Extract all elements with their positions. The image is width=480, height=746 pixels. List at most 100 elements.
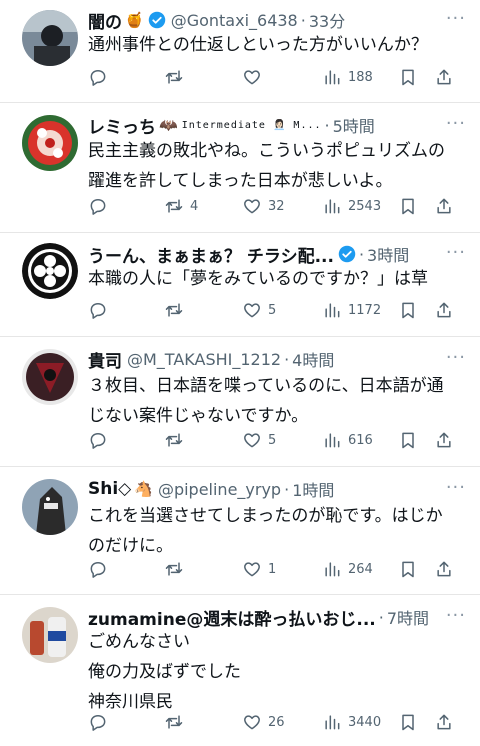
more-icon[interactable]: ··· bbox=[446, 242, 466, 263]
reply-button[interactable] bbox=[88, 191, 114, 221]
more-icon[interactable]: ··· bbox=[446, 8, 466, 29]
like-button[interactable] bbox=[242, 62, 268, 92]
like-count: 5 bbox=[268, 432, 277, 448]
timestamp[interactable]: 5時間 bbox=[333, 113, 375, 137]
share-button[interactable] bbox=[434, 425, 454, 455]
separator-dot: · bbox=[324, 115, 330, 135]
retweet-icon bbox=[165, 303, 183, 317]
view-count: 3440 bbox=[348, 714, 382, 730]
avatar[interactable] bbox=[22, 115, 78, 171]
share-button[interactable] bbox=[434, 191, 454, 221]
more-icon[interactable]: ··· bbox=[446, 113, 466, 134]
bookmark-icon bbox=[402, 302, 414, 319]
display-name[interactable]: zumamine@週末は酔っ払いおじ... bbox=[88, 605, 376, 630]
retweet-button[interactable] bbox=[164, 62, 190, 92]
bookmark-button[interactable] bbox=[398, 191, 418, 221]
timestamp[interactable]: 33分 bbox=[309, 8, 345, 32]
reply-button[interactable] bbox=[88, 554, 114, 584]
share-button[interactable] bbox=[434, 295, 454, 325]
display-name[interactable]: 闇の bbox=[88, 8, 122, 33]
heart-icon bbox=[244, 562, 260, 577]
more-icon[interactable]: ··· bbox=[446, 477, 466, 498]
reply-icon bbox=[90, 303, 106, 319]
tweet[interactable]: Shi◇ 🐴 @pipeline_yryp · 1時間 ··· これを当選させて… bbox=[0, 467, 480, 595]
like-count: 32 bbox=[268, 198, 285, 214]
user-handle[interactable]: @pipeline_yryp bbox=[158, 480, 281, 499]
display-name[interactable]: Shi◇ bbox=[88, 479, 131, 499]
retweet-button[interactable] bbox=[164, 295, 190, 325]
like-count: 26 bbox=[268, 714, 285, 730]
retweet-button[interactable]: 4 bbox=[164, 191, 198, 221]
views-icon bbox=[325, 433, 340, 448]
more-icon[interactable]: ··· bbox=[446, 605, 466, 626]
timestamp[interactable]: 1時間 bbox=[292, 477, 334, 501]
reply-icon bbox=[90, 70, 106, 86]
name-emoji: 🐴 bbox=[134, 480, 153, 498]
reply-button[interactable] bbox=[88, 295, 114, 325]
share-button[interactable] bbox=[434, 62, 454, 92]
tweet[interactable]: 貴司 @M_TAKASHI_1212 · 4時間 ··· ３枚目、日本語を喋って… bbox=[0, 337, 480, 467]
tweet-text-line: 民主主義の敗北やね。こういうポピュリズムの bbox=[88, 141, 445, 161]
bookmark-icon bbox=[402, 198, 414, 215]
timestamp[interactable]: 3時間 bbox=[367, 242, 409, 266]
bookmark-button[interactable] bbox=[398, 295, 418, 325]
action-bar: 188 bbox=[78, 62, 458, 92]
display-name[interactable]: うーん、まぁまぁ？ チラシ配... bbox=[88, 242, 334, 267]
like-button[interactable]: 1 bbox=[242, 554, 276, 584]
views-icon bbox=[325, 303, 340, 318]
reply-button[interactable] bbox=[88, 62, 114, 92]
views-button[interactable]: 264 bbox=[322, 554, 373, 584]
action-bar: 26 3440 bbox=[78, 707, 458, 737]
retweet-button[interactable] bbox=[164, 554, 190, 584]
action-bar: 1 264 bbox=[78, 554, 458, 584]
bookmark-button[interactable] bbox=[398, 707, 418, 737]
retweet-icon bbox=[165, 562, 183, 576]
like-button[interactable]: 26 bbox=[242, 707, 285, 737]
heart-icon bbox=[244, 715, 260, 730]
views-button[interactable]: 2543 bbox=[322, 191, 381, 221]
display-name[interactable]: レミっち bbox=[88, 113, 156, 138]
reply-icon bbox=[90, 715, 106, 731]
user-handle[interactable]: @Gontaxi_6438 bbox=[171, 11, 298, 30]
separator-dot: · bbox=[300, 10, 306, 30]
bookmark-button[interactable] bbox=[398, 62, 418, 92]
tweet[interactable]: レミっち 🦇 Intermediate 👩🏻‍💼 M... · 5時間 ··· … bbox=[0, 103, 480, 233]
reply-icon bbox=[90, 433, 106, 449]
like-button[interactable]: 5 bbox=[242, 295, 276, 325]
tweet-text-line: これを当選させてしまったのが恥です。はじか bbox=[88, 506, 443, 526]
avatar[interactable] bbox=[22, 349, 78, 405]
timestamp[interactable]: 4時間 bbox=[292, 347, 334, 371]
reply-icon bbox=[90, 199, 106, 215]
tweet[interactable]: 闇の 🍯 @Gontaxi_6438 · 33分 ··· 通州事件との仕返しとい… bbox=[0, 0, 480, 103]
views-button[interactable]: 616 bbox=[322, 425, 373, 455]
views-button[interactable]: 1172 bbox=[322, 295, 381, 325]
user-handle[interactable]: @M_TAKASHI_1212 bbox=[127, 350, 281, 369]
share-button[interactable] bbox=[434, 554, 454, 584]
like-button[interactable]: 5 bbox=[242, 425, 276, 455]
avatar[interactable] bbox=[22, 10, 78, 66]
views-button[interactable]: 3440 bbox=[322, 707, 381, 737]
timestamp[interactable]: 7時間 bbox=[387, 605, 429, 629]
reply-button[interactable] bbox=[88, 425, 114, 455]
retweet-button[interactable] bbox=[164, 707, 190, 737]
bookmark-button[interactable] bbox=[398, 554, 418, 584]
avatar[interactable] bbox=[22, 479, 78, 535]
tweet[interactable]: zumamine@週末は酔っ払いおじ... · 7時間 ··· ごめんなさい 俺… bbox=[0, 595, 480, 746]
avatar[interactable] bbox=[22, 243, 78, 299]
views-button[interactable]: 188 bbox=[322, 62, 373, 92]
bookmark-button[interactable] bbox=[398, 425, 418, 455]
like-button[interactable]: 32 bbox=[242, 191, 285, 221]
tweet-text-line: 本職の人に「夢をみているのですか？」は草 bbox=[88, 269, 428, 289]
views-icon bbox=[325, 199, 340, 214]
retweet-icon bbox=[165, 433, 183, 447]
more-icon[interactable]: ··· bbox=[446, 347, 466, 368]
separator-dot: · bbox=[358, 244, 365, 264]
display-name[interactable]: 貴司 bbox=[88, 347, 122, 372]
tweet[interactable]: うーん、まぁまぁ？ チラシ配... · 3時間 ··· 本職の人に「夢をみている… bbox=[0, 233, 480, 337]
retweet-button[interactable] bbox=[164, 425, 190, 455]
share-button[interactable] bbox=[434, 707, 454, 737]
avatar[interactable] bbox=[22, 607, 78, 663]
reply-button[interactable] bbox=[88, 707, 114, 737]
separator-dot: · bbox=[284, 349, 290, 369]
profile-badge-text: Intermediate 👩🏻‍💼 M... bbox=[181, 119, 322, 131]
